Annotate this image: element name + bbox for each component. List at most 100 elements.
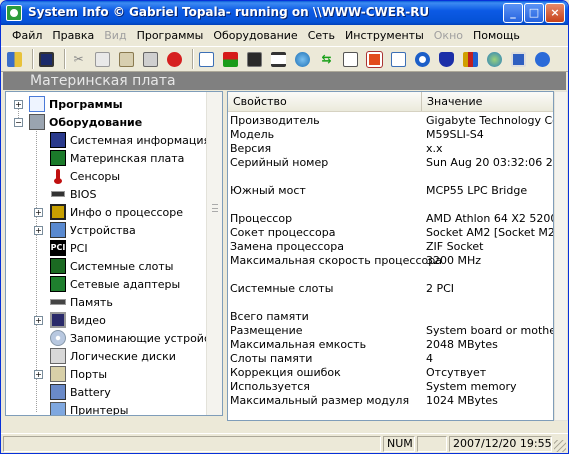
- resize-grip[interactable]: [554, 440, 566, 452]
- control-panel-icon[interactable]: [461, 50, 480, 69]
- stop-icon[interactable]: [165, 50, 184, 69]
- exit-icon[interactable]: [5, 50, 24, 69]
- cpu-icon[interactable]: [245, 50, 264, 69]
- globe-icon[interactable]: [293, 50, 312, 69]
- tree-item-label: BIOS: [70, 187, 97, 201]
- tree-item-network-adapters[interactable]: Сетевые адаптеры: [50, 275, 180, 293]
- menu-help[interactable]: Помощь: [468, 29, 525, 42]
- tree-item-memory[interactable]: Память: [50, 293, 113, 311]
- network-places-icon[interactable]: [485, 50, 504, 69]
- maximize-button[interactable]: □: [524, 3, 544, 23]
- tree-scrollbar[interactable]: [206, 92, 222, 415]
- menu-view[interactable]: Вид: [99, 29, 131, 42]
- property-value: 2 PCI: [426, 282, 455, 295]
- minimize-button[interactable]: _: [503, 3, 523, 23]
- property-name: Размещение: [230, 324, 303, 337]
- copy-icon[interactable]: [93, 50, 112, 69]
- tree-item-system-slots[interactable]: Системные слоты: [50, 257, 173, 275]
- table-row[interactable]: Размещение System board or motherbo: [228, 324, 553, 338]
- computer-icon: [50, 132, 66, 148]
- tree-item-pci[interactable]: PCI PCI: [50, 239, 88, 257]
- column-header-value[interactable]: Значение: [422, 92, 553, 111]
- print-icon[interactable]: [141, 50, 160, 69]
- report-icon[interactable]: [197, 50, 216, 69]
- table-row[interactable]: Замена процессора ZIF Socket: [228, 240, 553, 254]
- document-icon[interactable]: [341, 50, 360, 69]
- menu-file[interactable]: Файл: [7, 29, 47, 42]
- expand-icon[interactable]: +: [34, 225, 43, 235]
- tree-item-battery[interactable]: Battery: [50, 383, 111, 401]
- cut-icon[interactable]: ✂: [69, 50, 88, 69]
- menu-tools[interactable]: Инструменты: [340, 29, 429, 42]
- hardware-icon: [29, 114, 45, 130]
- section-header: Материнская плата: [3, 72, 566, 90]
- table-row[interactable]: Производитель Gigabyte Technology Co.,: [228, 114, 553, 128]
- expand-icon[interactable]: +: [34, 369, 43, 379]
- expand-icon[interactable]: +: [34, 315, 43, 325]
- tree-item-cpu[interactable]: + Инфо о процессоре: [34, 203, 183, 221]
- menu-network[interactable]: Сеть: [303, 29, 340, 42]
- menu-programs[interactable]: Программы: [132, 29, 209, 42]
- collapse-icon[interactable]: −: [14, 117, 23, 127]
- tree-item-storage[interactable]: Запоминающие устройства: [50, 329, 222, 347]
- scroll-grip[interactable]: [212, 204, 218, 212]
- table-row[interactable]: Системные слоты 2 PCI: [228, 282, 553, 296]
- property-value: Sun Aug 20 03:32:06 2006: [426, 156, 553, 169]
- table-row[interactable]: [228, 170, 553, 184]
- table-row[interactable]: Коррекция ошибок Отсутвует: [228, 366, 553, 380]
- table-row[interactable]: [228, 198, 553, 212]
- shield-icon[interactable]: [437, 50, 456, 69]
- tree-node-hardware[interactable]: − Оборудование: [14, 113, 142, 131]
- table-row[interactable]: [228, 268, 553, 282]
- tree-item-printers[interactable]: Принтеры: [50, 401, 128, 415]
- status-datetime: 2007/12/20 19:55: [449, 436, 552, 452]
- expand-icon[interactable]: +: [34, 207, 43, 217]
- tree-node-programs[interactable]: + Программы: [14, 95, 123, 113]
- title-bar[interactable]: System Info © Gabriel Topala- running on…: [1, 1, 568, 25]
- tree-item-ports[interactable]: + Порты: [34, 365, 107, 383]
- close-button[interactable]: ×: [545, 3, 565, 23]
- table-row[interactable]: Максимальный размер модуля 1024 MBytes: [228, 394, 553, 408]
- property-name: Южный мост: [230, 184, 306, 197]
- column-header-property[interactable]: Свойство: [228, 92, 422, 111]
- toolbar-separator: [192, 49, 194, 69]
- menu-hardware[interactable]: Оборудование: [208, 29, 302, 42]
- power-icon[interactable]: [365, 50, 384, 69]
- table-row[interactable]: Максимальная емкость 2048 MBytes: [228, 338, 553, 352]
- table-scrollbar[interactable]: [554, 91, 568, 421]
- table-row[interactable]: Используется System memory: [228, 380, 553, 394]
- tree-item-motherboard[interactable]: Материнская плата: [50, 149, 184, 167]
- table-row[interactable]: Всего памяти: [228, 310, 553, 324]
- menu-edit[interactable]: Правка: [47, 29, 99, 42]
- save-icon[interactable]: [37, 50, 56, 69]
- table-row[interactable]: Модель M59SLI-S4: [228, 128, 553, 142]
- camera-icon[interactable]: [509, 50, 528, 69]
- tree-item-sensors[interactable]: Сенсоры: [50, 167, 120, 185]
- menu-window[interactable]: Окно: [429, 29, 468, 42]
- table-header: Свойство Значение: [228, 92, 553, 112]
- help-icon[interactable]: [533, 50, 552, 69]
- tree-item-devices[interactable]: + Устройства: [34, 221, 136, 239]
- table-row[interactable]: Процессор AMD Athlon 64 X2 5200+: [228, 212, 553, 226]
- table-row[interactable]: Версия x.x: [228, 142, 553, 156]
- tasks-icon[interactable]: [389, 50, 408, 69]
- table-row[interactable]: [228, 296, 553, 310]
- hardware-tree[interactable]: + Программы − Оборудование Системная инф…: [5, 91, 223, 416]
- ie-icon[interactable]: [413, 50, 432, 69]
- toolbar-separator: [64, 49, 66, 69]
- table-row[interactable]: Сокет процессора Socket AM2 [Socket M2]: [228, 226, 553, 240]
- tree-item-bios[interactable]: BIOS: [50, 185, 96, 203]
- paste-icon[interactable]: [117, 50, 136, 69]
- table-row[interactable]: Слоты памяти 4: [228, 352, 553, 366]
- table-row[interactable]: Серийный номер Sun Aug 20 03:32:06 2006: [228, 156, 553, 170]
- tree-item-logical-disks[interactable]: Логические диски: [50, 347, 176, 365]
- table-row[interactable]: Максимальная скорость процессора 3200 MHz: [228, 254, 553, 268]
- memory-icon[interactable]: [221, 50, 240, 69]
- table-row[interactable]: Южный мост MCP55 LPC Bridge: [228, 184, 553, 198]
- tree-item-video[interactable]: + Видео: [34, 311, 106, 329]
- network-icon[interactable]: [269, 50, 288, 69]
- expand-icon[interactable]: +: [14, 99, 23, 109]
- refresh-icon[interactable]: ⇆: [317, 50, 336, 69]
- property-name: Всего памяти: [230, 310, 309, 323]
- tree-item-system-info[interactable]: Системная информация: [50, 131, 210, 149]
